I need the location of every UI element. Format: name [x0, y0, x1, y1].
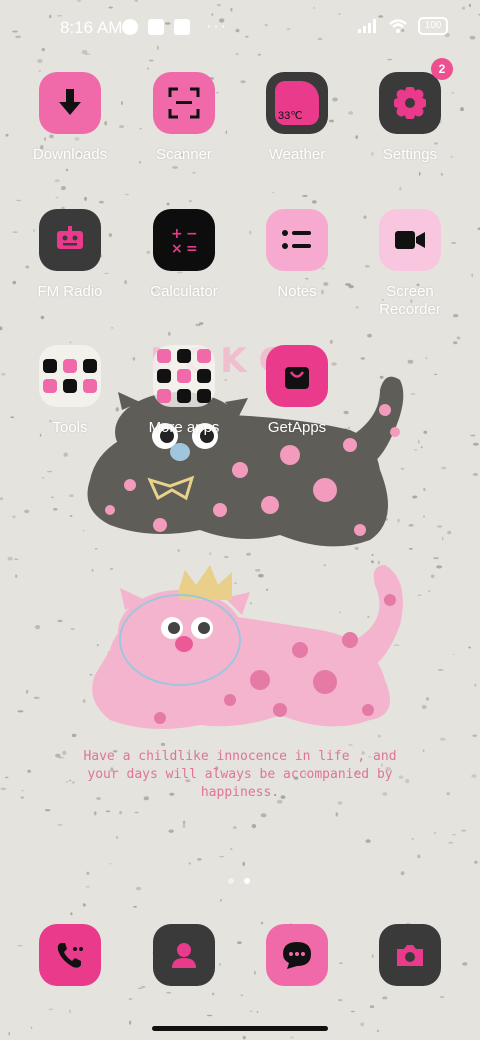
message-icon[interactable]	[266, 924, 328, 986]
shopping-bag-icon[interactable]	[266, 345, 328, 407]
app-label: Tools	[52, 419, 88, 436]
svg-text:=: =	[186, 241, 198, 255]
calculator-icon[interactable]: + − × =	[153, 209, 215, 271]
app-screen-recorder[interactable]: Screen Recorder	[360, 209, 460, 319]
svg-text:×: ×	[171, 241, 183, 255]
app-label: Calculator	[150, 283, 218, 300]
folder-tools[interactable]: Tools	[20, 345, 120, 437]
app-calculator[interactable]: + − × = Calculator	[134, 209, 234, 301]
app-label: FM Radio	[37, 283, 103, 300]
app-fm-radio[interactable]: FM Radio	[20, 209, 120, 301]
weather-temp: 33℃	[278, 110, 303, 122]
folder-icon[interactable]	[153, 345, 215, 407]
app-notification-icon	[148, 19, 164, 35]
weather-icon[interactable]: 33℃	[266, 72, 328, 134]
signal-icon	[358, 19, 376, 33]
status-notification-icons: ···	[122, 18, 228, 36]
download-icon[interactable]	[39, 72, 101, 134]
gear-icon[interactable]: 2	[379, 58, 453, 134]
status-bar: 8:16 AM ··· 100	[0, 0, 480, 56]
pink-cat-tail	[355, 565, 403, 670]
app-label: Screen Recorder	[379, 283, 441, 318]
wifi-icon	[389, 19, 407, 33]
app-label: Settings	[382, 146, 438, 163]
app-label: Scanner	[156, 146, 212, 163]
notes-icon[interactable]	[266, 209, 328, 271]
dock-contacts[interactable]	[134, 924, 234, 986]
camera-icon[interactable]	[379, 924, 441, 986]
page-dot-2[interactable]	[244, 878, 250, 884]
home-screen: L C K C 8:16 AM ··· 100 Downloads Scanne…	[0, 0, 480, 1040]
wallpaper-tagline: Have a childlike innocence in life , and…	[83, 749, 397, 800]
battery-icon: 100	[418, 17, 448, 35]
svg-text:+: +	[171, 226, 183, 242]
radio-icon[interactable]	[39, 209, 101, 271]
page-dot-1[interactable]	[228, 878, 234, 884]
page-indicator[interactable]	[228, 878, 250, 884]
app-label: GetApps	[267, 419, 327, 436]
dock-phone[interactable]	[20, 924, 120, 986]
app-notes[interactable]: Notes	[247, 209, 347, 301]
app-label: More apps	[148, 419, 220, 436]
gesture-navigation-bar[interactable]	[152, 1026, 328, 1031]
svg-text:−: −	[186, 226, 198, 242]
app-label: Weather	[268, 146, 326, 163]
pie-chart-icon	[122, 19, 138, 35]
app-settings[interactable]: 2 Settings	[360, 58, 460, 164]
download-notification-icon	[174, 19, 190, 35]
folder-more-apps[interactable]: More apps	[134, 345, 234, 437]
status-right-icons: 100	[358, 17, 448, 35]
app-label: Downloads	[32, 146, 108, 163]
gray-cat-tail	[345, 376, 404, 470]
scanner-icon[interactable]	[153, 72, 215, 134]
contact-icon[interactable]	[153, 924, 215, 986]
phone-icon[interactable]	[39, 924, 101, 986]
app-getapps[interactable]: GetApps	[247, 345, 347, 437]
notification-badge: 2	[431, 58, 453, 80]
dock-messages[interactable]	[247, 924, 347, 986]
app-label: Notes	[277, 283, 317, 300]
more-notifications-icon: ···	[206, 18, 228, 35]
dock-camera[interactable]	[360, 924, 460, 986]
app-scanner[interactable]: Scanner	[134, 72, 234, 164]
app-downloads[interactable]: Downloads	[20, 72, 120, 164]
folder-icon[interactable]	[39, 345, 101, 407]
app-weather[interactable]: 33℃ Weather	[247, 72, 347, 164]
status-time: 8:16 AM	[60, 18, 123, 37]
video-camera-icon[interactable]	[379, 209, 441, 271]
